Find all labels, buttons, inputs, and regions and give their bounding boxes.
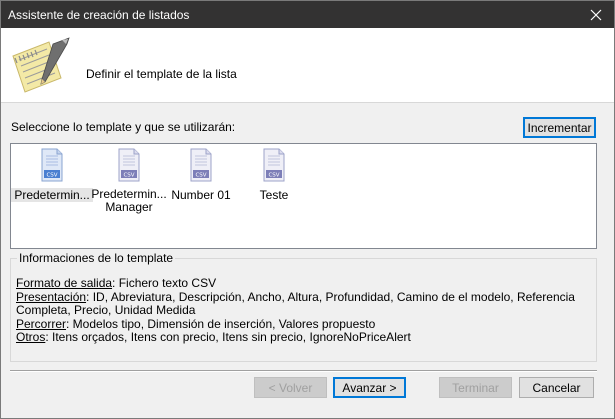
template-label: Predetermin... — [11, 188, 93, 202]
template-label: Predetermin... Manager — [91, 187, 167, 214]
info-others-key: Otros — [16, 330, 46, 344]
info-presentation: Presentación: ID, Abreviatura, Descripci… — [16, 289, 586, 318]
csv-file-icon: CSV — [118, 148, 140, 182]
wizard-header: Definir el template de la lista — [1, 28, 614, 103]
next-button[interactable]: Avanzar > — [333, 377, 406, 398]
info-presentation-key: Presentación — [16, 289, 87, 304]
info-traverse-value: : Modelos tipo, Dimensión de inserción, … — [66, 316, 376, 331]
back-button[interactable]: < Volver — [254, 377, 327, 398]
svg-text:CSV: CSV — [123, 173, 134, 179]
footer-separator — [10, 370, 597, 372]
info-traverse-key: Percorrer — [16, 316, 67, 331]
svg-text:CSV: CSV — [268, 173, 279, 179]
cancel-button[interactable]: Cancelar — [519, 377, 594, 398]
page-title: Definir el template de la lista — [86, 67, 237, 81]
template-item[interactable]: CSV Predetermin... Manager — [88, 148, 170, 214]
template-label: Number 01 — [171, 188, 231, 202]
info-presentation-value: : ID, Abreviatura, Descripción, Ancho, A… — [16, 289, 575, 317]
csv-file-icon: CSV — [263, 148, 285, 182]
csv-file-icon: CSV — [190, 148, 212, 182]
close-button[interactable] — [578, 1, 614, 28]
increment-button[interactable]: Incrementar — [523, 117, 596, 138]
info-lines: Formato de salida: Fichero texto CSV Pre… — [16, 276, 586, 345]
template-info-group: Informaciones de lo template Formato de … — [10, 251, 597, 362]
wizard-window: Assistente de creación de listados Defin… — [0, 0, 615, 419]
info-group-legend: Informaciones de lo template — [17, 251, 176, 265]
close-icon — [590, 9, 602, 20]
info-output-format: Formato de salida: Fichero texto CSV — [16, 276, 586, 291]
svg-text:CSV: CSV — [195, 173, 206, 179]
info-others: Otros: Itens orçados, Itens con precio, … — [16, 330, 586, 345]
svg-text:CSV: CSV — [46, 173, 57, 179]
template-item[interactable]: CSV Teste — [233, 148, 315, 202]
notepad-pen-icon — [12, 37, 70, 93]
template-label: Teste — [259, 188, 289, 202]
title-bar: Assistente de creación de listados — [1, 1, 614, 28]
template-list[interactable]: CSV Predetermin... CSV Predetermin... Ma… — [10, 143, 597, 249]
csv-file-icon: CSV — [41, 148, 63, 182]
info-output-key: Formato de salida — [16, 276, 113, 290]
info-traverse: Percorrer: Modelos tipo, Dimensión de in… — [16, 316, 586, 332]
template-item[interactable]: CSV Number 01 — [160, 148, 242, 202]
window-title: Assistente de creación de listados — [8, 7, 190, 22]
info-output-value: : Fichero texto CSV — [112, 276, 217, 290]
template-item[interactable]: CSV Predetermin... — [11, 148, 93, 202]
finish-button[interactable]: Terminar — [439, 377, 512, 398]
info-others-value: : Itens orçados, Itens con precio, Itens… — [45, 330, 411, 344]
template-prompt: Seleccione lo template y que se utilizar… — [11, 120, 236, 134]
